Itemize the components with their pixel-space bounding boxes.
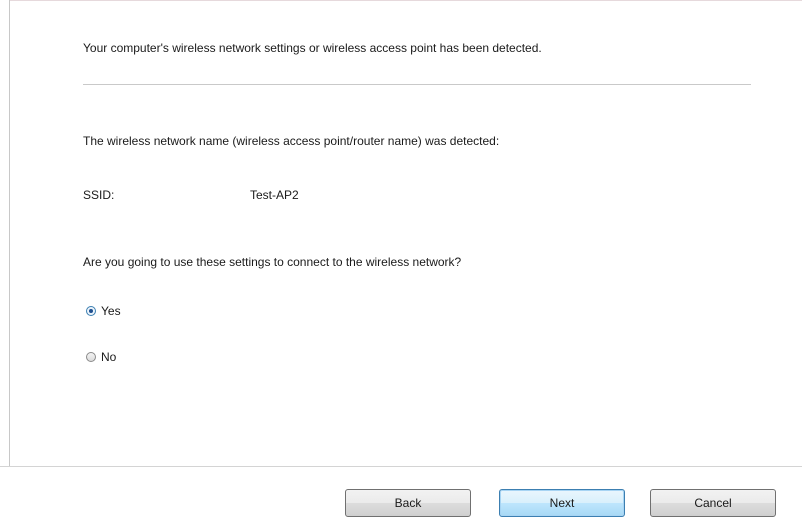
wireless-setup-dialog: Your computer's wireless network setting…	[0, 0, 802, 530]
radio-yes-button[interactable]	[86, 306, 96, 316]
back-button[interactable]: Back	[345, 489, 471, 517]
ssid-label: SSID:	[83, 188, 115, 202]
button-bar: Back Next Cancel	[0, 466, 802, 530]
question-text: Are you going to use these settings to c…	[83, 255, 462, 269]
radio-yes[interactable]: Yes	[86, 303, 121, 319]
divider	[83, 84, 751, 85]
dialog-content: Your computer's wireless network setting…	[0, 0, 802, 466]
cancel-button[interactable]: Cancel	[650, 489, 776, 517]
radio-yes-label[interactable]: Yes	[101, 304, 121, 318]
detected-text: The wireless network name (wireless acce…	[83, 134, 500, 148]
ssid-value: Test-AP2	[250, 188, 299, 202]
radio-no[interactable]: No	[86, 349, 116, 365]
intro-text: Your computer's wireless network setting…	[83, 41, 542, 55]
radio-no-button[interactable]	[86, 352, 96, 362]
radio-no-label[interactable]: No	[101, 350, 116, 364]
next-button[interactable]: Next	[499, 489, 625, 517]
